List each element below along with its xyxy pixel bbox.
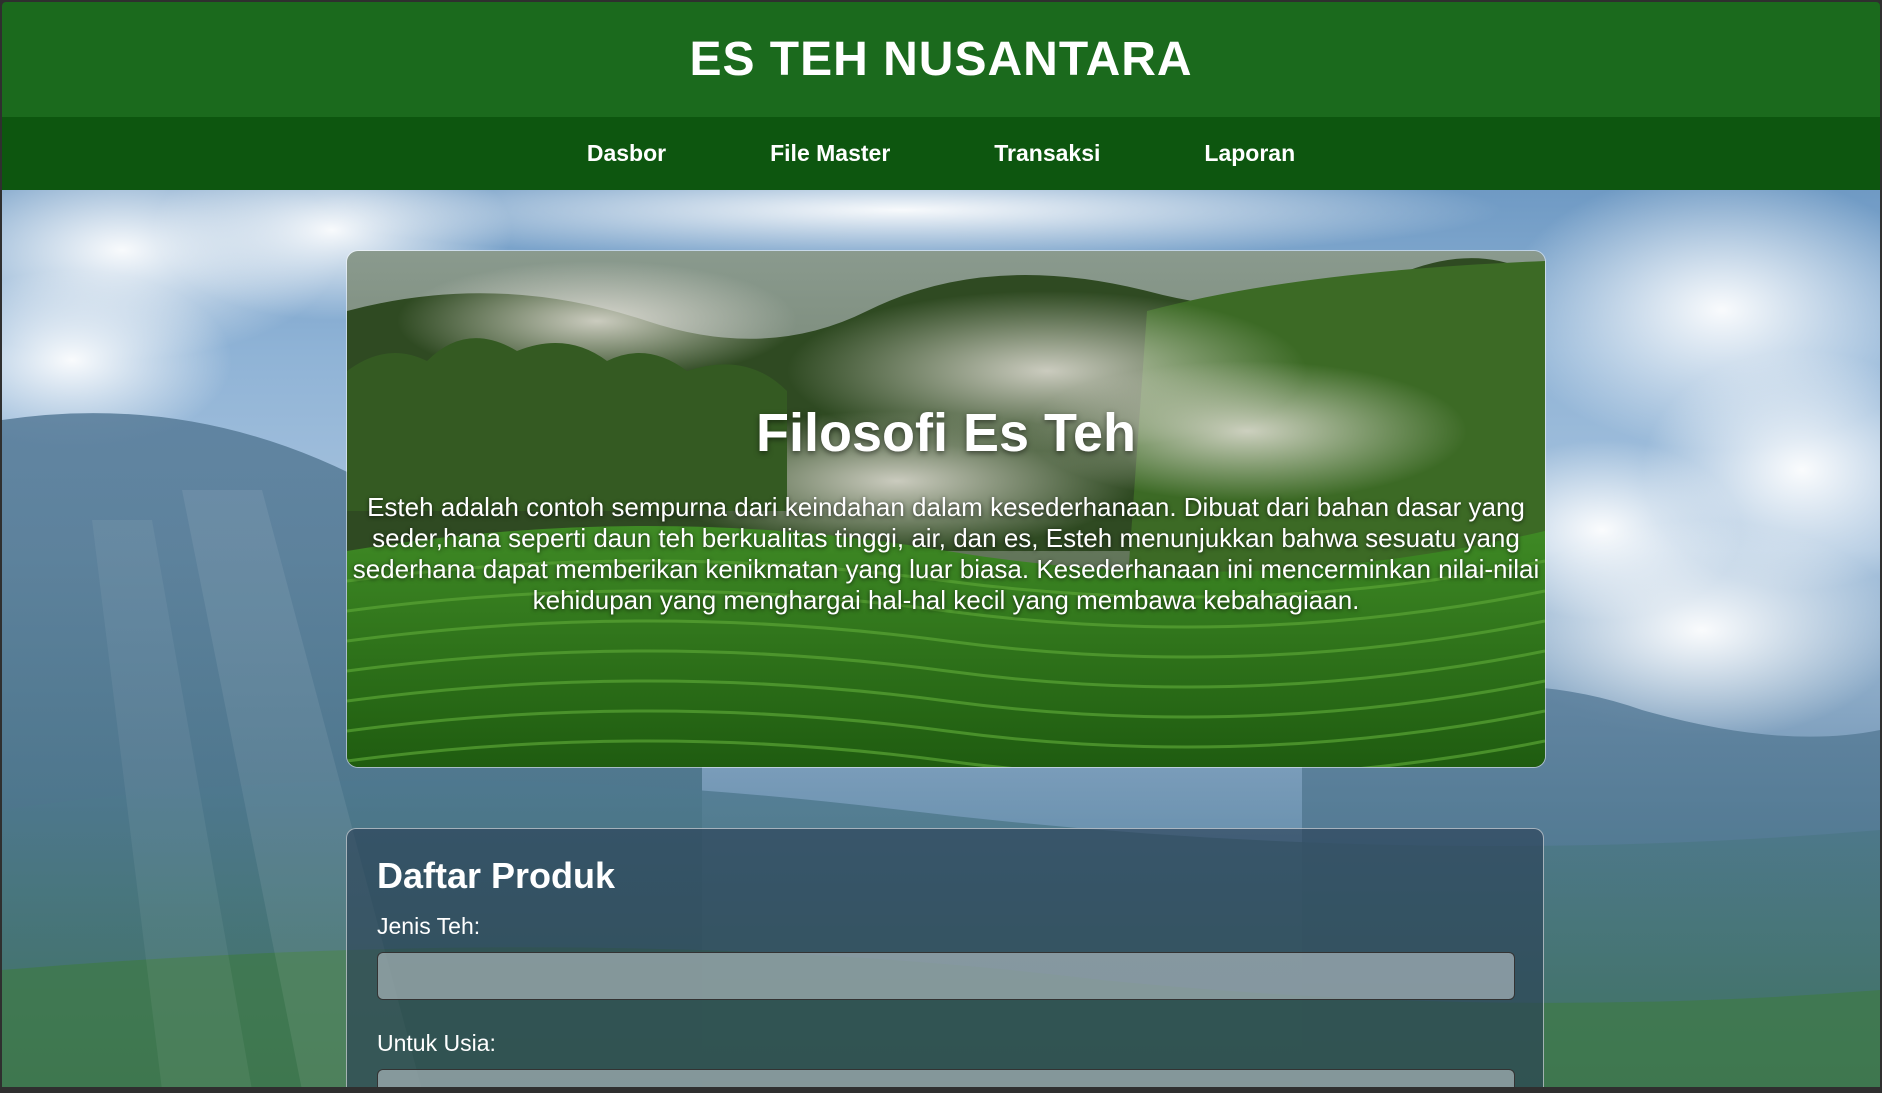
hero-banner: Filosofi Es Teh Esteh adalah contoh semp… [346, 250, 1546, 768]
browser-viewport: ES TEH NUSANTARA Dasbor File Master Tran… [2, 2, 1880, 1087]
age-input[interactable] [377, 1069, 1515, 1087]
tea-type-input[interactable] [377, 952, 1515, 1000]
age-label: Untuk Usia: [377, 1030, 496, 1056]
tea-type-label: Jenis Teh: [377, 913, 481, 939]
hero-content: Filosofi Es Teh Esteh adalah contoh semp… [347, 251, 1545, 767]
hero-title: Filosofi Es Teh [755, 403, 1137, 463]
nav-item-dasbor[interactable]: Dasbor [535, 132, 718, 175]
site-title: ES TEH NUSANTARA [689, 33, 1193, 86]
hero-description: Esteh adalah contoh sempurna dari keinda… [352, 492, 1540, 615]
nav-item-file-master[interactable]: File Master [718, 132, 942, 175]
product-form-panel: Daftar Produk Jenis Teh: Untuk Usia: [346, 828, 1544, 1087]
site-header: ES TEH NUSANTARA [2, 2, 1880, 117]
nav-item-transaksi[interactable]: Transaksi [942, 132, 1152, 175]
main-nav: Dasbor File Master Transaksi Laporan [2, 117, 1880, 190]
nav-item-laporan[interactable]: Laporan [1152, 132, 1347, 175]
product-form-title: Daftar Produk [377, 855, 616, 896]
